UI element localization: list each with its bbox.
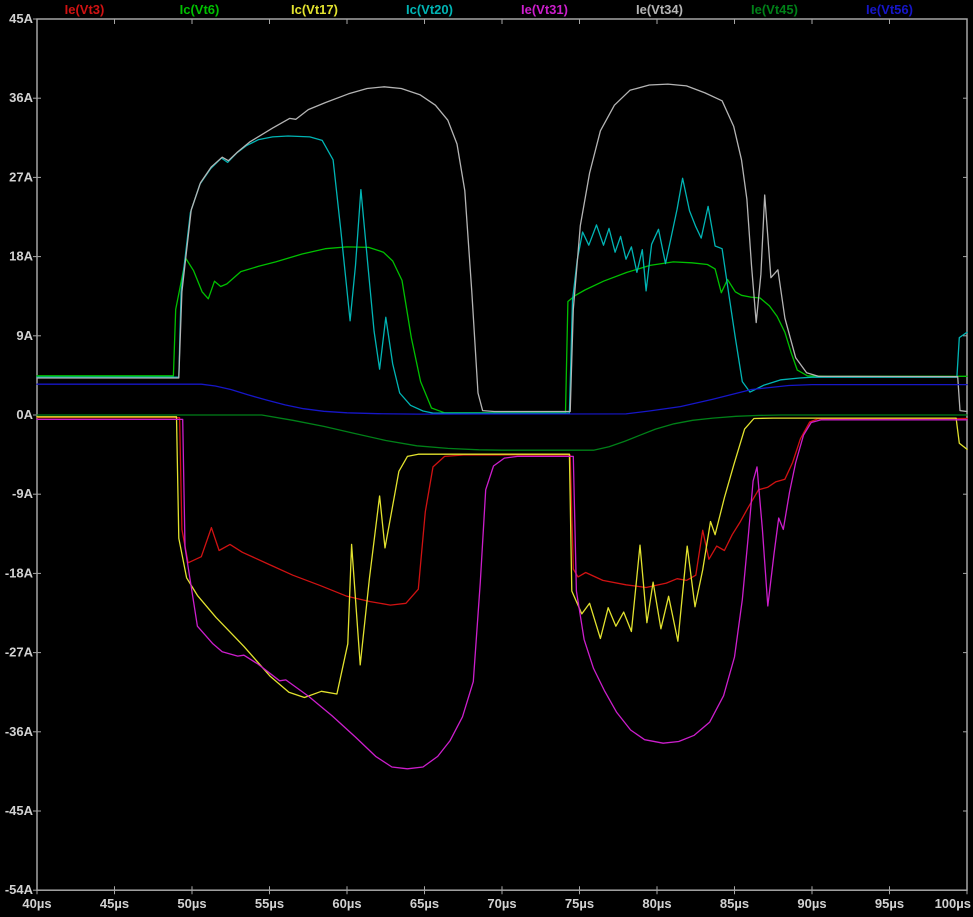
y-tick-label: -18A — [5, 565, 34, 580]
x-tick-label: 80µs — [642, 896, 671, 911]
x-tick-label: 55µs — [255, 896, 284, 911]
y-axis-labels: 45A 36A 27A 18A 9A 0A -9A -18A -27A -36A -45A -54A — [5, 11, 34, 897]
x-tick-label: 85µs — [720, 896, 749, 911]
x-tick-label: 90µs — [797, 896, 826, 911]
y-tick-label: -27A — [5, 645, 34, 660]
y-tick-label: -9A — [12, 486, 34, 501]
y-tick-label: 9A — [16, 328, 33, 343]
x-tick-label: 95µs — [875, 896, 904, 911]
waveform-plot: 40µs 45µs 50µs 55µs 60µs 65µs 70µs 75µs 80µs 85µs… — [5, 11, 971, 911]
x-tick-label: 70µs — [487, 896, 516, 911]
x-tick-label: 60µs — [332, 896, 361, 911]
waveform-viewer: Ie(Vt3) Ic(Vt6) Ic(Vt17) Ic(Vt20) Ie(Vt3… — [0, 0, 973, 917]
y-tick-label: 18A — [9, 249, 33, 264]
x-tick-label: 100µs — [935, 896, 971, 911]
x-tick-label: 65µs — [410, 896, 439, 911]
x-axis-labels: 40µs 45µs 50µs 55µs 60µs 65µs 70µs 75µs 80µs 85µs… — [22, 896, 971, 911]
x-tick-label: 45µs — [100, 896, 129, 911]
x-tick-label: 50µs — [177, 896, 206, 911]
y-tick-label: -45A — [5, 803, 34, 818]
y-tick-label: 36A — [9, 90, 33, 105]
y-tick-label: -54A — [5, 882, 34, 897]
x-tick-label: 40µs — [22, 896, 51, 911]
x-tick-label: 75µs — [565, 896, 594, 911]
y-tick-label: 45A — [9, 11, 33, 26]
y-tick-label: -36A — [5, 724, 34, 739]
y-tick-label: 0A — [16, 407, 33, 422]
y-tick-label: 27A — [9, 169, 33, 184]
